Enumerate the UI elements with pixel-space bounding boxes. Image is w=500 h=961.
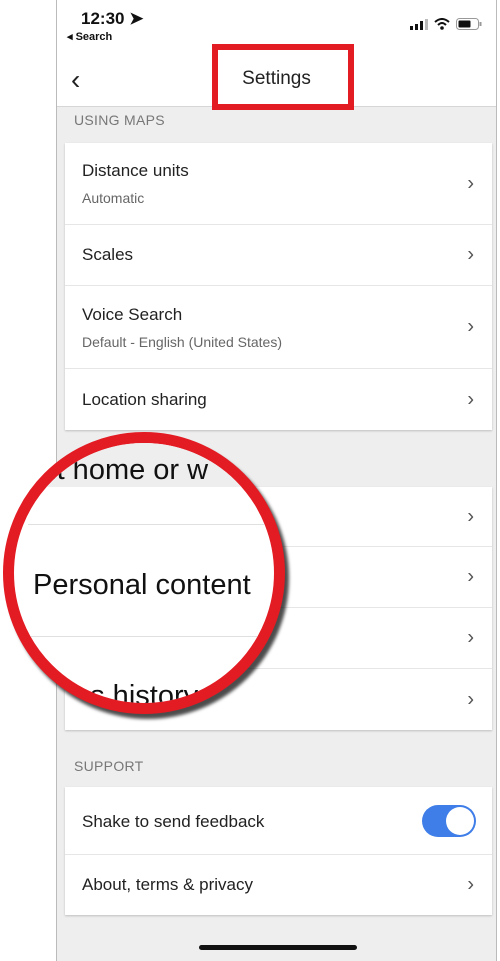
home-indicator[interactable] <box>199 945 357 950</box>
chevron-right-icon: › <box>467 388 474 410</box>
divider <box>28 636 274 637</box>
row-label: About, terms & privacy <box>82 875 254 894</box>
row-sublabel: Automatic <box>82 190 145 206</box>
row-label: Voice Search <box>82 305 183 324</box>
using-maps-card: Distance units Automatic › Scales › Voic… <box>65 143 492 430</box>
row-shake-feedback[interactable]: Shake to send feedback <box>65 787 492 855</box>
row-about-terms[interactable]: About, terms & privacy › <box>65 855 492 915</box>
back-to-search-link[interactable]: ◂ Search <box>67 30 112 43</box>
chevron-right-icon: › <box>467 315 474 338</box>
chevron-right-icon: › <box>467 565 474 588</box>
location-arrow-icon: ➤ <box>129 9 144 28</box>
chevron-right-icon: › <box>467 873 474 896</box>
signal-icon <box>410 18 428 30</box>
section-header-support: SUPPORT <box>74 758 144 774</box>
status-time: 12:30 ➤ <box>81 9 144 28</box>
nav-bar: ‹ Settings <box>57 44 496 110</box>
section-header-using-maps: USING MAPS <box>74 112 165 128</box>
row-label: Distance units <box>82 161 189 180</box>
chevron-right-icon: › <box>467 243 474 266</box>
row-label: Scales <box>82 245 134 264</box>
support-card: Shake to send feedback About, terms & pr… <box>65 787 492 915</box>
shake-feedback-toggle[interactable] <box>422 804 476 837</box>
row-sublabel: Default - English (United States) <box>82 334 282 350</box>
chevron-right-icon: › <box>467 626 474 649</box>
toggle-knob <box>446 806 474 835</box>
row-voice-search[interactable]: Voice Search Default - English (United S… <box>65 286 492 369</box>
divider <box>28 524 274 525</box>
battery-icon <box>456 18 482 30</box>
row-label: Location sharing <box>82 390 207 409</box>
chevron-right-icon: › <box>467 172 474 194</box>
magnifier-circle: ult home or w Personal content ps histor… <box>3 432 285 714</box>
highlight-box <box>212 44 354 110</box>
chevron-right-icon: › <box>467 505 474 527</box>
row-location-sharing[interactable]: Location sharing › <box>65 369 492 430</box>
chevron-right-icon: › <box>467 688 474 710</box>
wifi-icon <box>434 18 450 30</box>
row-distance-units[interactable]: Distance units Automatic › <box>65 143 492 225</box>
magnified-text-home-work: ult home or w <box>34 454 209 486</box>
row-scales[interactable]: Scales › <box>65 225 492 286</box>
magnified-text-personal-content: Personal content <box>33 569 251 601</box>
